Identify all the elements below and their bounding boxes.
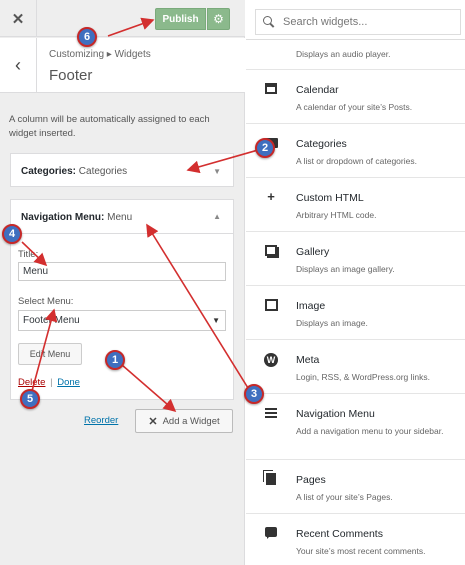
widget-desc: A list of your site’s Pages. — [296, 492, 393, 502]
customizer-panel: ✕ Publish ⚙ ‹ Customizing ▸ Widgets Foot… — [0, 0, 245, 565]
section-description: A column will be automatically assigned … — [9, 114, 210, 139]
widget-type-label: Categories: — [21, 166, 77, 177]
wordpress-icon: W — [263, 351, 279, 367]
gear-icon[interactable]: ⚙ — [207, 8, 230, 30]
title-field-label: Title: — [18, 249, 39, 260]
list-item[interactable]: Recent Comments Your site’s most recent … — [246, 514, 465, 565]
widget-name: Recent Comments — [296, 528, 383, 540]
widget-title: Categories: Categories — [21, 166, 127, 177]
pages-icon — [263, 471, 279, 487]
list-item[interactable]: W Meta Login, RSS, & WordPress.org links… — [246, 340, 465, 394]
widget-search-bar — [246, 0, 465, 40]
widget-instance-title: Menu — [107, 212, 133, 223]
widget-name: Pages — [296, 474, 326, 486]
available-widget-list: Displays an audio player. Calendar A cal… — [246, 40, 465, 565]
edit-menu-button[interactable]: Edit Menu — [18, 343, 82, 365]
widget-desc: Login, RSS, & WordPress.org links. — [296, 372, 431, 382]
annotation-badge-2: 2 — [255, 138, 275, 158]
list-item[interactable]: Gallery Displays an image gallery. — [246, 232, 465, 286]
calendar-icon — [263, 81, 279, 97]
search-box[interactable] — [255, 9, 461, 35]
reorder-link[interactable]: Reorder — [84, 415, 118, 426]
annotation-badge-3: 3 — [244, 384, 264, 404]
search-icon — [263, 16, 275, 28]
widget-desc: Displays an image gallery. — [296, 264, 395, 274]
dropdown-arrow-icon: ▼ — [212, 316, 220, 325]
plus-icon: + — [267, 189, 275, 204]
widget-type-label: Navigation Menu: — [21, 212, 105, 223]
widget-desc: Add a navigation menu to your sidebar. — [296, 426, 444, 436]
available-widgets-panel: Displays an audio player. Calendar A cal… — [246, 0, 465, 565]
gallery-icon — [263, 243, 279, 259]
menu-select-value: Footer Menu — [23, 315, 80, 326]
publish-button[interactable]: Publish — [155, 8, 206, 30]
widget-instance-title: Categories — [78, 166, 128, 177]
widget-name: Categories — [296, 138, 347, 150]
add-widget-button[interactable]: ✕ Add a Widget — [135, 409, 233, 433]
back-chevron-icon[interactable]: ‹ — [0, 38, 37, 93]
widget-name: Navigation Menu — [296, 408, 375, 420]
widget-desc: Your site’s most recent comments. — [296, 546, 426, 556]
widget-name: Custom HTML — [296, 192, 364, 204]
section-title: Footer — [49, 67, 93, 84]
image-icon — [263, 297, 279, 313]
widget-name: Image — [296, 300, 326, 312]
caret-up-icon[interactable]: ▲ — [213, 212, 221, 221]
comment-icon — [263, 525, 279, 541]
customizer-header: ✕ Publish ⚙ — [0, 0, 245, 37]
done-link[interactable]: Done — [57, 377, 80, 388]
widget-actions: Delete | Done — [18, 377, 80, 388]
list-item[interactable]: Pages A list of your site’s Pages. — [246, 460, 465, 514]
close-x-icon: ✕ — [148, 415, 158, 428]
title-input[interactable]: Menu — [18, 262, 226, 281]
widget-header[interactable]: Navigation Menu: Menu ▲ — [11, 200, 233, 234]
widget-desc: Displays an audio player. — [296, 49, 391, 59]
widget-desc: Displays an image. — [296, 318, 368, 328]
section-header: ‹ Customizing ▸ Widgets Footer — [0, 38, 245, 93]
close-icon[interactable]: ✕ — [0, 0, 37, 37]
breadcrumb: Customizing ▸ Widgets — [49, 49, 151, 60]
widget-name: Meta — [296, 354, 320, 366]
widget-categories[interactable]: Categories: Categories ▼ — [10, 153, 234, 187]
list-item[interactable]: Displays an audio player. — [246, 40, 465, 70]
search-input[interactable] — [283, 16, 443, 28]
list-item[interactable]: Categories A list or dropdown of categor… — [246, 124, 465, 178]
list-item[interactable]: Calendar A calendar of your site’s Posts… — [246, 70, 465, 124]
widget-desc: A calendar of your site’s Posts. — [296, 102, 413, 112]
widget-name: Gallery — [296, 246, 330, 258]
annotation-badge-5: 5 — [20, 389, 40, 409]
list-item[interactable]: Image Displays an image. — [246, 286, 465, 340]
delete-link[interactable]: Delete — [18, 377, 45, 388]
widget-navigation-menu: Navigation Menu: Menu ▲ Title: Menu Sele… — [10, 199, 234, 400]
annotation-badge-6: 6 — [77, 27, 97, 47]
widget-desc: Arbitrary HTML code. — [296, 210, 377, 220]
list-item[interactable]: + Custom HTML Arbitrary HTML code. — [246, 178, 465, 232]
widget-name: Calendar — [296, 84, 339, 96]
widget-title: Navigation Menu: Menu — [21, 212, 132, 223]
select-menu-label: Select Menu: — [18, 296, 74, 307]
list-item[interactable]: Navigation Menu Add a navigation menu to… — [246, 394, 465, 460]
widget-desc: A list or dropdown of categories. — [296, 156, 417, 166]
menu-select[interactable]: Footer Menu ▼ — [18, 310, 226, 331]
separator: | — [50, 377, 53, 388]
add-widget-label: Add a Widget — [162, 415, 220, 427]
annotation-badge-4: 4 — [2, 224, 22, 244]
menu-icon — [263, 405, 279, 421]
annotation-badge-1: 1 — [105, 350, 125, 370]
caret-down-icon[interactable]: ▼ — [213, 167, 221, 176]
